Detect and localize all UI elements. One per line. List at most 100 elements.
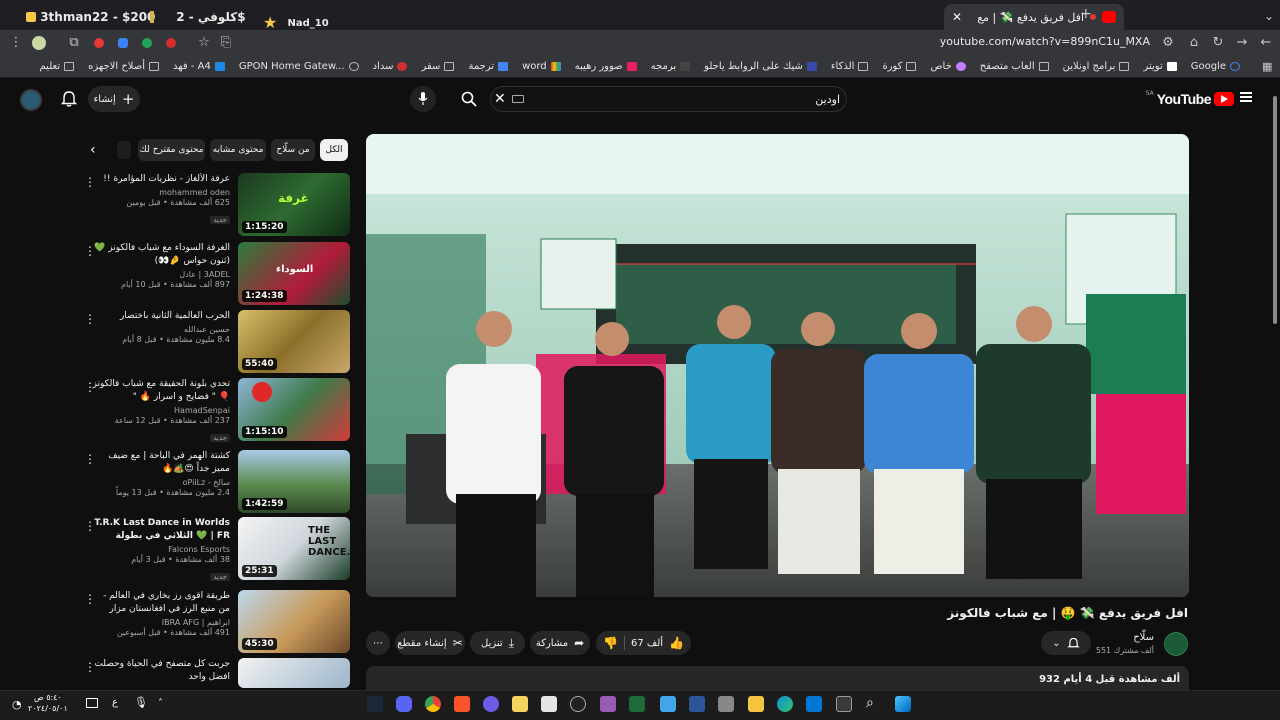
video-thumbnail[interactable]: 1:15:10: [238, 378, 350, 441]
like-icon[interactable]: 👍: [669, 636, 684, 650]
dislike-icon[interactable]: 👎: [603, 636, 618, 650]
related-video-item[interactable]: 1:15:10 تحدي بلونة الحقيقة مع شباب فالكو…: [80, 378, 350, 442]
extension-green-icon[interactable]: [142, 38, 152, 48]
address-bar-url[interactable]: youtube.com/watch?v=899nC1u_MXA: [940, 35, 1150, 48]
profile-avatar[interactable]: [32, 36, 46, 50]
related-video-title[interactable]: الغرفة السوداء مع شباب فالكونز 💚 (ثنون ح…: [90, 242, 230, 268]
voice-search-button[interactable]: [410, 86, 436, 112]
app-icon[interactable]: [483, 696, 499, 712]
video-thumbnail[interactable]: THE LAST DANCE. 25:31: [238, 517, 350, 580]
video-thumbnail[interactable]: 1:42:59: [238, 450, 350, 513]
bookmark-item[interactable]: أصلاح الاجهزه: [88, 61, 160, 72]
bookmark-item[interactable]: word: [522, 61, 561, 72]
reload-icon[interactable]: ↻: [1210, 35, 1226, 51]
chrome-icon[interactable]: [425, 696, 441, 712]
brave-icon[interactable]: [454, 696, 470, 712]
video-thumbnail[interactable]: 55:40: [238, 310, 350, 373]
guide-menu-icon[interactable]: [1240, 92, 1252, 102]
bookmark-item[interactable]: تعليم: [40, 61, 75, 72]
bookmark-item[interactable]: Google: [1191, 61, 1240, 72]
notes-icon[interactable]: [512, 696, 528, 712]
word-icon[interactable]: [689, 696, 705, 712]
related-video-title[interactable]: T.R.K Last Dance in Worlds FR | 💚 الثلاث…: [90, 517, 230, 543]
item-menu-icon[interactable]: ⋮: [84, 380, 96, 394]
bookmark-item[interactable]: سفر: [421, 61, 455, 72]
related-video-channel[interactable]: حسين عبدالله: [90, 325, 230, 334]
channel-name[interactable]: سلّاح: [1133, 632, 1154, 643]
bookmark-item[interactable]: صوور رهيبه: [575, 61, 637, 72]
tray-overflow-icon[interactable]: ˄: [158, 698, 163, 709]
bookmark-item[interactable]: شيك على الروابط ياحلو: [704, 61, 817, 72]
mic-tray-icon[interactable]: 🎙: [134, 696, 148, 709]
related-video-channel[interactable]: 3ADEL | عادل: [90, 270, 230, 279]
system-clock[interactable]: ٥:٤٠ ص ٢٠٢٤/٠٥/٠١: [28, 692, 68, 714]
windows-start-icon[interactable]: [895, 696, 911, 712]
tab-close-icon[interactable]: ✕: [952, 10, 962, 24]
item-menu-icon[interactable]: ⋮: [84, 519, 96, 533]
browser-tab-active[interactable]: افل فريق يدفع 💸 | مع شباب ... ✕: [944, 4, 1124, 30]
video-thumbnail[interactable]: 45:30: [238, 590, 350, 653]
related-video-title[interactable]: تحدي بلونة الحقيقة مع شباب فالكونز 🎈 " ف…: [90, 378, 230, 404]
display-icon[interactable]: [86, 698, 98, 708]
excel-icon[interactable]: [629, 696, 645, 712]
bookmark-item[interactable]: برامج اونلاين: [1063, 61, 1130, 72]
notifications-bell-icon[interactable]: [60, 90, 78, 108]
video-thumbnail[interactable]: السوداء 1:24:38: [238, 242, 350, 305]
item-menu-icon[interactable]: ⋮: [84, 244, 96, 258]
chip-partial[interactable]: [117, 141, 131, 159]
related-video-item[interactable]: THE LAST DANCE. 25:31 T.R.K Last Dance in …: [80, 517, 350, 581]
extension-blue-icon[interactable]: [118, 38, 128, 48]
related-video-item[interactable]: 45:30 طريقة اقوى رز بخاري في العالم - من…: [80, 590, 350, 654]
task-view-icon[interactable]: [836, 696, 852, 712]
related-video-item[interactable]: 55:40 الحرب العالمية الثانية باختصار حسي…: [80, 310, 350, 374]
bookmark-star-icon[interactable]: ☆: [196, 35, 212, 51]
obs-icon[interactable]: [570, 696, 586, 712]
site-info-icon[interactable]: ⚙: [1160, 35, 1176, 51]
more-actions-button[interactable]: ⋯: [366, 631, 390, 655]
cast-icon[interactable]: ⎘: [218, 35, 234, 51]
adblock-icon[interactable]: [166, 38, 176, 48]
bookmark-item[interactable]: تويتر: [1143, 61, 1177, 72]
edge-icon[interactable]: [777, 696, 793, 712]
extension-red-icon[interactable]: [94, 38, 104, 48]
pen-icon[interactable]: [600, 696, 616, 712]
subscribe-notifications-button[interactable]: ⌄: [1041, 631, 1091, 655]
mail-icon[interactable]: [806, 696, 822, 712]
new-tab-button[interactable]: +: [1080, 6, 1092, 22]
home-icon[interactable]: ⌂: [1186, 35, 1202, 51]
related-video-item[interactable]: 1:42:59 كشتة الهمر في الباحة | مع ضيف مم…: [80, 450, 350, 514]
apps-grid-icon[interactable]: ▦: [1262, 60, 1272, 73]
related-video-channel[interactable]: mohammed oden: [90, 188, 230, 197]
forward-icon[interactable]: →: [1234, 35, 1250, 51]
related-video-title[interactable]: طريقة اقوى رز بخاري في العالم - من منبع …: [90, 590, 230, 616]
bookmark-item[interactable]: الذكاء: [831, 61, 869, 72]
related-video-channel[interactable]: ابراهيم | IBRA AFG: [90, 618, 230, 627]
bookmark-item[interactable]: ترجمة: [468, 61, 509, 72]
item-menu-icon[interactable]: ⋮: [84, 175, 96, 189]
bookmark-item[interactable]: فهد - A4: [173, 61, 225, 72]
related-video-channel[interactable]: HamadSenpai: [90, 406, 230, 415]
bookmark-item[interactable]: خاص: [930, 61, 966, 72]
bookmark-item[interactable]: برمجه: [651, 61, 691, 72]
item-menu-icon[interactable]: ⋮: [84, 452, 96, 466]
menu-icon[interactable]: ⋮: [8, 35, 24, 51]
related-video-title[interactable]: جربت كل متصفح في الحياة وحصلت افضل واحد: [90, 658, 230, 684]
item-menu-icon[interactable]: ⋮: [84, 660, 96, 674]
wifi-icon[interactable]: ◔: [12, 698, 22, 711]
chip-recommended[interactable]: محتوى مقترح لك: [138, 139, 205, 161]
clip-button[interactable]: إنشاء مقطع ✂: [395, 631, 465, 655]
channel-avatar[interactable]: [1164, 632, 1188, 656]
store-icon[interactable]: [541, 696, 557, 712]
keyboard-icon[interactable]: [512, 95, 524, 103]
bookmark-item[interactable]: العاب متصفح: [980, 61, 1049, 72]
user-avatar[interactable]: [20, 89, 42, 111]
video-thumbnail[interactable]: [238, 658, 350, 688]
tab-search-icon[interactable]: ⌄: [1264, 9, 1274, 23]
related-video-item[interactable]: جربت كل متصفح في الحياة وحصلت افضل واحد …: [80, 658, 350, 688]
bookmark-item[interactable]: كورة: [882, 61, 917, 72]
bookmark-item[interactable]: سداد: [373, 61, 408, 72]
share-button[interactable]: مشاركة ➦: [530, 631, 590, 655]
related-video-item[interactable]: السوداء 1:24:38 الغرفة السوداء مع شباب ف…: [80, 242, 350, 306]
taskbar-search-icon[interactable]: ⌕: [866, 695, 874, 711]
bookmark-item[interactable]: GPON Home Gatew...: [239, 61, 359, 72]
